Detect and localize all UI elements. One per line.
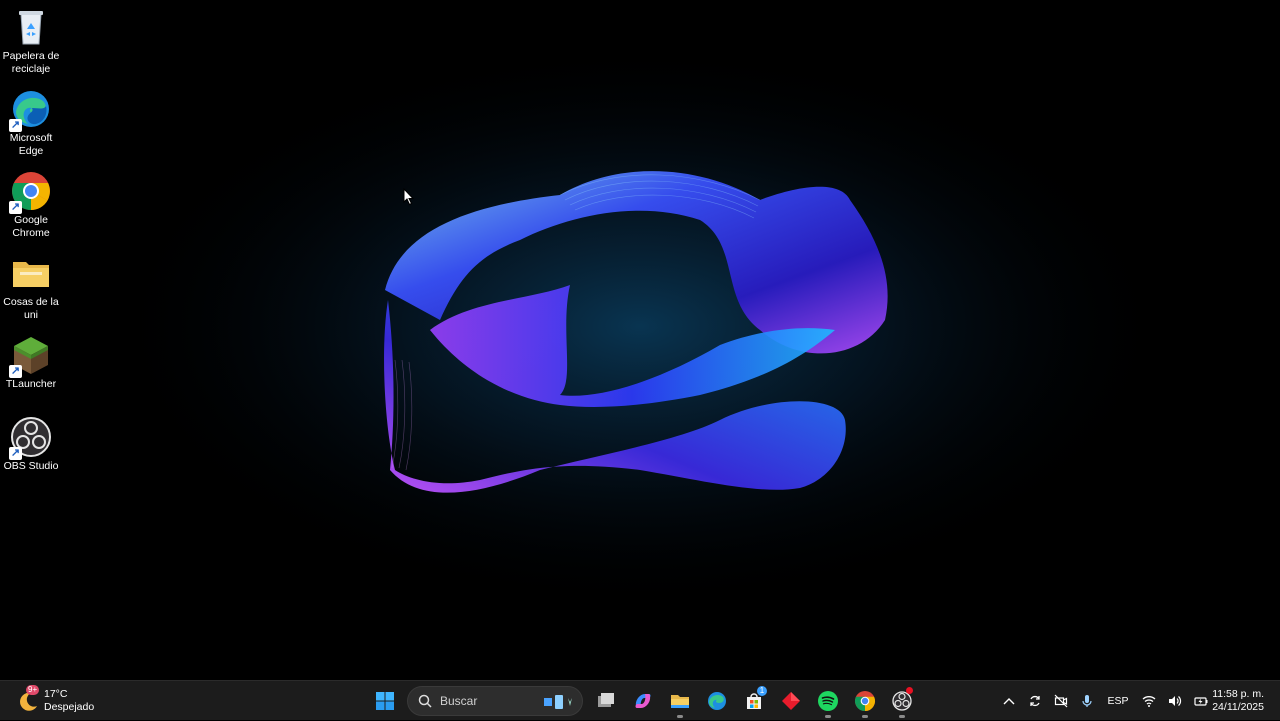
wifi-tray-button[interactable] [1136,681,1162,721]
recycle-bin-icon [10,6,52,48]
folder-icon [10,252,52,294]
shortcut-arrow-icon: ↗ [9,447,22,460]
copilot-icon [635,694,651,708]
wifi-icon [1142,696,1156,707]
red-diamond-app-button[interactable] [774,684,808,718]
red-diamond-app-icon [782,692,800,710]
task-view-button[interactable] [589,684,623,718]
obs-icon: ↗ [9,416,52,460]
edge-taskbar-button[interactable] [700,684,734,718]
language-indicator[interactable]: ESP [1100,681,1136,721]
show-hidden-icons-button[interactable] [996,681,1022,721]
camera-off-icon [1054,694,1068,708]
running-indicator [899,715,905,718]
desktop-icon-obs[interactable]: ↗ OBS Studio [0,412,62,488]
desktop-icon-label: OBS Studio [3,460,59,472]
file-explorer-button[interactable] [663,684,697,718]
volume-tray-button[interactable] [1162,681,1188,721]
copilot-button[interactable] [626,684,660,718]
weather-badge: 9+ [26,685,40,695]
clock-date: 24/11/2025 [1212,701,1264,713]
search-icon [418,694,432,708]
edge-icon [708,692,726,710]
weather-text: 17°C Despejado [44,688,94,714]
running-indicator [862,715,868,718]
desktop-icon-recycle-bin[interactable]: Papelera de reciclaje [0,2,62,78]
desktop-icon-edge[interactable]: ↗ Microsoft Edge [0,84,62,160]
camera-off-tray-button[interactable] [1048,681,1074,721]
desktop-icon-chrome[interactable]: ↗ Google Chrome [0,166,62,242]
microphone-icon [1082,695,1092,707]
system-tray: ESP [996,681,1214,721]
moon-weather-icon: 9+ [16,685,40,713]
store-button[interactable]: 1 [737,684,771,718]
sync-tray-button[interactable] [1022,681,1048,721]
desktop-icon-label: Cosas de la uni [3,296,59,321]
desktop-icon-label: Papelera de reciclaje [2,50,60,75]
taskbar-apps: Buscar 1 [368,684,922,718]
chrome-icon: ↗ [9,170,52,214]
sync-icon [1030,695,1040,707]
search-highlight-icon [542,692,576,712]
taskbar: 9+ 17°C Despejado Buscar 1 ESP 11:58 p. … [0,680,1280,720]
weather-widget[interactable]: 9+ 17°C Despejado [16,685,94,716]
weather-condition: Despejado [44,701,95,713]
spotify-button[interactable] [811,684,845,718]
start-button[interactable] [368,684,402,718]
spotify-icon [818,691,838,711]
mouse-cursor-icon [403,187,415,206]
store-badge: 1 [757,686,767,696]
taskbar-clock[interactable]: 11:58 p. m. 24/11/2025 [1212,688,1264,714]
running-indicator [677,715,683,718]
task-view-icon [598,693,614,707]
desktop-icon-folder[interactable]: Cosas de la uni [0,248,62,324]
chrome-icon [855,691,875,712]
recording-indicator [906,687,913,694]
weather-temp: 17°C [44,688,68,700]
volume-icon [1169,696,1182,706]
file-explorer-icon [671,695,689,708]
battery-tray-button[interactable] [1188,681,1214,721]
desktop-icon-label: Microsoft Edge [9,132,53,157]
battery-charging-icon [1194,697,1208,706]
desktop-icon-label: Google Chrome [12,214,50,239]
running-indicator [825,715,831,718]
start-icon [376,692,394,710]
search-placeholder: Buscar [440,694,478,708]
microphone-tray-button[interactable] [1074,681,1100,721]
obs-taskbar-button[interactable] [885,684,919,718]
tlauncher-icon: ↗ [9,334,52,378]
shortcut-arrow-icon: ↗ [9,201,22,214]
desktop-icon-tlauncher[interactable]: ↗ TLauncher [0,330,62,406]
chrome-taskbar-button[interactable] [848,684,882,718]
shortcut-arrow-icon: ↗ [9,119,22,132]
taskbar-search[interactable]: Buscar [407,686,583,716]
desktop-wallpaper [0,0,1280,680]
desktop-icon-label: TLauncher [5,378,57,390]
edge-icon: ↗ [9,88,52,132]
shortcut-arrow-icon: ↗ [9,365,22,378]
clock-time: 11:58 p. m. [1212,688,1264,700]
chevron-up-icon [1003,698,1015,705]
